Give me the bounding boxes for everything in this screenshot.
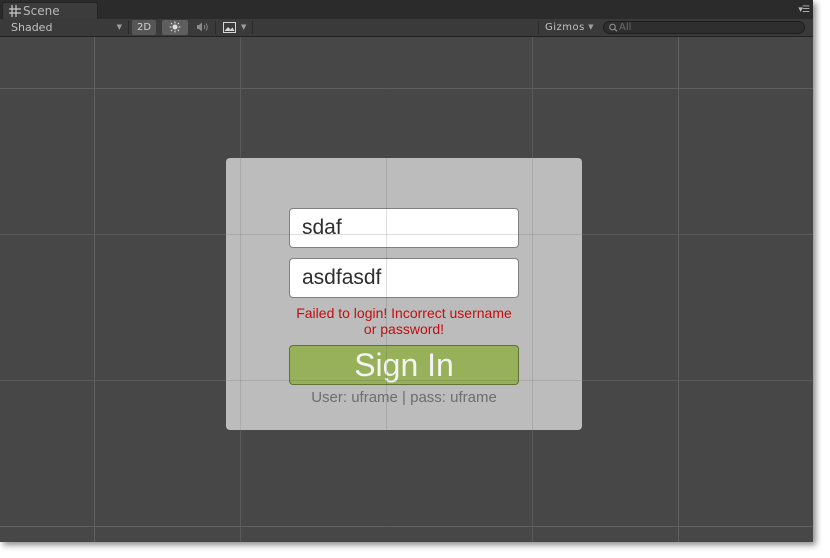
menu-icon[interactable]: ▾☰ — [798, 5, 810, 15]
grid-line — [94, 37, 95, 542]
grid-line — [678, 37, 679, 542]
gizmos-dropdown[interactable]: Gizmos ▼ — [541, 19, 596, 36]
search-icon — [609, 23, 618, 32]
shading-mode-dropdown[interactable]: Shaded ▼ — [4, 19, 124, 36]
grid-line — [0, 526, 813, 527]
shading-mode-label: Shaded — [11, 21, 53, 34]
search-input[interactable] — [619, 22, 799, 33]
tab-bar: Scene ▾☰ — [0, 0, 813, 20]
gizmos-label: Gizmos — [545, 22, 585, 33]
audio-toggle-button[interactable] — [192, 19, 214, 36]
chevron-down-icon: ▼ — [116, 23, 122, 31]
chevron-down-icon[interactable]: ▼ — [241, 19, 249, 36]
2d-toggle-button[interactable]: 2D — [132, 20, 156, 35]
grid-line — [0, 88, 813, 89]
login-error-message: Failed to login! Incorrect username or p… — [296, 305, 512, 337]
login-panel: Failed to login! Incorrect username or p… — [226, 158, 582, 430]
sun-icon — [169, 21, 181, 33]
sign-in-button[interactable]: Sign In — [289, 345, 519, 385]
credentials-hint: User: uframe | pass: uframe — [311, 389, 497, 406]
scene-viewport[interactable]: Failed to login! Incorrect username or p… — [0, 37, 813, 542]
lighting-toggle-button[interactable] — [162, 20, 188, 35]
username-field[interactable] — [289, 208, 519, 248]
tab-label: Scene — [23, 4, 60, 18]
scene-window: Scene ▾☰ Shaded ▼ 2D ▼ Gizmos ▼ All sdaf… — [0, 0, 813, 542]
chevron-down-icon: ▼ — [588, 23, 594, 31]
search-field[interactable] — [603, 21, 805, 34]
grid-icon — [9, 5, 21, 17]
toolbar-divider — [215, 21, 216, 34]
tab-scene[interactable]: Scene — [2, 2, 98, 19]
image-icon — [222, 22, 236, 33]
toolbar-divider — [128, 21, 129, 34]
effects-toggle-button[interactable] — [218, 19, 240, 36]
toolbar-divider — [538, 21, 539, 34]
password-field[interactable] — [289, 258, 519, 298]
speaker-icon — [197, 22, 208, 32]
toolbar-divider — [252, 21, 253, 34]
